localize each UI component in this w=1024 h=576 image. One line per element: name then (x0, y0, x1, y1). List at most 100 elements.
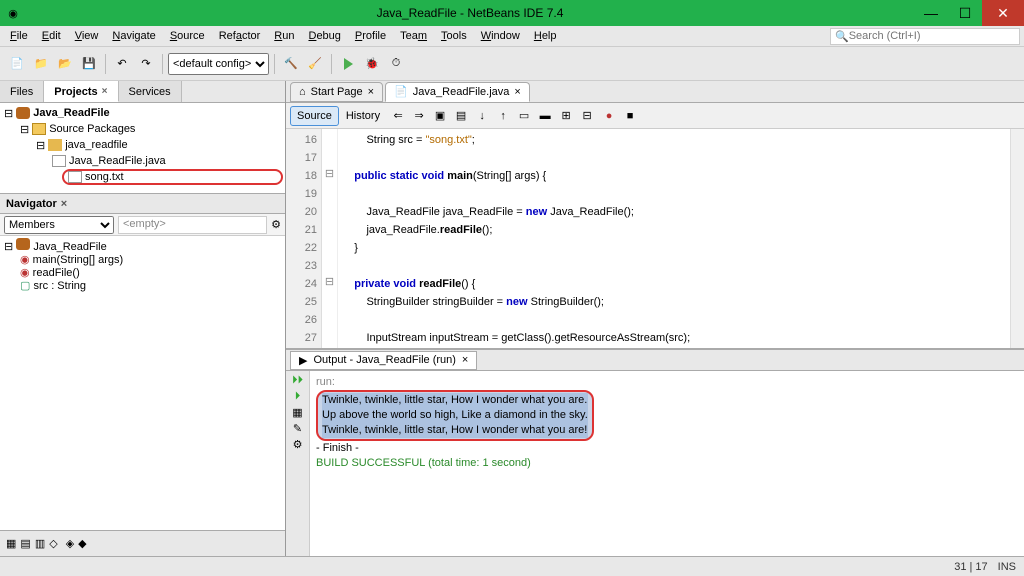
menu-refactor[interactable]: Refactor (213, 28, 267, 44)
output-icon[interactable]: ▦ (292, 406, 302, 419)
search-box[interactable]: 🔍 (830, 28, 1020, 45)
redo-icon[interactable]: ↷ (135, 53, 157, 75)
output-highlight: Twinkle, twinkle, little star, How I won… (316, 390, 594, 441)
stop-icon[interactable]: ⏵ (295, 390, 301, 403)
nav-field-src[interactable]: src : String (33, 280, 86, 292)
nav-class[interactable]: Java_ReadFile (33, 241, 106, 253)
output-line: - Finish - (316, 441, 1018, 456)
toolbar-icon[interactable]: ▤ (451, 106, 471, 126)
run-icon[interactable] (337, 53, 359, 75)
navigator-filter-toolbar: ▦ ▤ ▥ ◇ ◈ ◆ (0, 530, 285, 556)
tree-package[interactable]: java_readfile (65, 139, 127, 151)
error-stripe[interactable] (1010, 129, 1024, 348)
toolbar-icon[interactable]: ⊟ (577, 106, 597, 126)
tab-java-file[interactable]: 📄Java_ReadFile.java× (385, 82, 530, 102)
filter-icon[interactable]: ◈ (66, 537, 74, 550)
output-settings-icon[interactable]: ⚙ (293, 438, 303, 451)
filter-input[interactable]: <empty> (118, 216, 267, 234)
filter-icon[interactable]: ◇ (49, 537, 57, 550)
filter-icon[interactable]: ⚙ (271, 218, 281, 231)
save-all-icon[interactable]: 💾 (78, 53, 100, 75)
navigator-tree[interactable]: ⊟ Java_ReadFile ◉ main(String[] args) ◉ … (0, 236, 285, 530)
new-file-icon[interactable]: 📄 (6, 53, 28, 75)
nav-method-main[interactable]: main(String[] args) (33, 254, 123, 266)
toolbar-icon[interactable]: ▬ (535, 106, 555, 126)
java-file-icon (52, 155, 66, 167)
debug-icon[interactable]: 🐞 (361, 53, 383, 75)
toolbar-icon[interactable]: ⇐ (388, 106, 408, 126)
close-icon[interactable]: × (61, 198, 67, 210)
output-line: run: (316, 375, 1018, 390)
window-title: Java_ReadFile - NetBeans IDE 7.4 (26, 6, 914, 20)
menu-tools[interactable]: Tools (435, 28, 473, 44)
close-button[interactable]: ✕ (982, 0, 1024, 26)
filter-icon[interactable]: ◆ (78, 537, 86, 550)
toolbar-icon[interactable]: ↑ (493, 106, 513, 126)
project-icon (16, 107, 30, 119)
menu-team[interactable]: Team (394, 28, 433, 44)
minimize-button[interactable]: — (914, 0, 948, 26)
menu-window[interactable]: Window (475, 28, 526, 44)
code-editor[interactable]: 161718192021222324252627 ⊟⊟ String src =… (286, 129, 1024, 349)
tab-files[interactable]: Files (0, 81, 44, 102)
close-icon[interactable]: × (462, 354, 468, 366)
menu-help[interactable]: Help (528, 28, 563, 44)
config-select[interactable]: <default config> (168, 53, 269, 75)
toolbar-icon[interactable]: ⇒ (409, 106, 429, 126)
new-project-icon[interactable]: 📁 (30, 53, 52, 75)
search-input[interactable] (849, 30, 1015, 42)
insert-mode: INS (998, 561, 1016, 573)
search-icon: 🔍 (835, 30, 849, 43)
output-icon[interactable]: ✎ (293, 422, 302, 435)
filter-icon[interactable]: ▤ (20, 537, 30, 550)
menu-run[interactable]: Run (268, 28, 300, 44)
menu-file[interactable]: File (4, 28, 34, 44)
close-icon[interactable]: × (514, 86, 520, 98)
history-view-button[interactable]: History (340, 106, 386, 126)
tree-song-txt[interactable]: song.txt (62, 169, 283, 185)
output-tab[interactable]: ▶Output - Java_ReadFile (run)× (290, 351, 477, 370)
toolbar-icon[interactable]: ▣ (430, 106, 450, 126)
statusbar: 31 | 17 INS (0, 556, 1024, 576)
undo-icon[interactable]: ↶ (111, 53, 133, 75)
toolbar-icon[interactable]: ↓ (472, 106, 492, 126)
menu-navigate[interactable]: Navigate (106, 28, 161, 44)
folder-icon (32, 123, 46, 135)
tab-start-page[interactable]: ⌂Start Page× (290, 82, 383, 102)
text-file-icon (68, 171, 82, 183)
cursor-position: 31 | 17 (954, 561, 987, 573)
tree-project[interactable]: Java_ReadFile (33, 107, 109, 119)
toolbar-icon[interactable]: ● (599, 106, 619, 126)
menubar: File Edit View Navigate Source Refactor … (0, 26, 1024, 47)
profile-icon[interactable]: ⏱ (385, 53, 407, 75)
project-tree[interactable]: ⊟ Java_ReadFile ⊟ Source Packages ⊟ java… (0, 103, 285, 193)
output-panel: ⏵⏵ ⏵ ▦ ✎ ⚙ run: Twinkle, twinkle, little… (286, 371, 1024, 556)
filter-icon[interactable]: ▥ (35, 537, 45, 550)
menu-view[interactable]: View (69, 28, 105, 44)
close-icon[interactable]: × (102, 86, 108, 97)
nav-method-readfile[interactable]: readFile() (33, 267, 80, 279)
build-icon[interactable]: 🔨 (280, 53, 302, 75)
source-view-button[interactable]: Source (290, 106, 339, 126)
toolbar-icon[interactable]: ■ (620, 106, 640, 126)
navigator-header: Navigator× (0, 193, 285, 214)
menu-edit[interactable]: Edit (36, 28, 67, 44)
close-icon[interactable]: × (368, 86, 374, 98)
members-select[interactable]: Members (4, 216, 114, 234)
rerun-icon[interactable]: ⏵⏵ (292, 374, 303, 387)
menu-debug[interactable]: Debug (302, 28, 346, 44)
toolbar-icon[interactable]: ▭ (514, 106, 534, 126)
tree-java-file[interactable]: Java_ReadFile.java (69, 155, 166, 167)
toolbar-icon[interactable]: ⊞ (556, 106, 576, 126)
tab-projects[interactable]: Projects× (44, 81, 118, 102)
clean-build-icon[interactable]: 🧹 (304, 53, 326, 75)
filter-icon[interactable]: ▦ (6, 537, 16, 550)
menu-source[interactable]: Source (164, 28, 211, 44)
tab-services[interactable]: Services (119, 81, 182, 102)
maximize-button[interactable]: ☐ (948, 0, 982, 26)
output-text[interactable]: run: Twinkle, twinkle, little star, How … (310, 371, 1024, 556)
open-project-icon[interactable]: 📂 (54, 53, 76, 75)
package-icon (48, 139, 62, 151)
tree-src-packages[interactable]: Source Packages (49, 123, 135, 135)
menu-profile[interactable]: Profile (349, 28, 392, 44)
